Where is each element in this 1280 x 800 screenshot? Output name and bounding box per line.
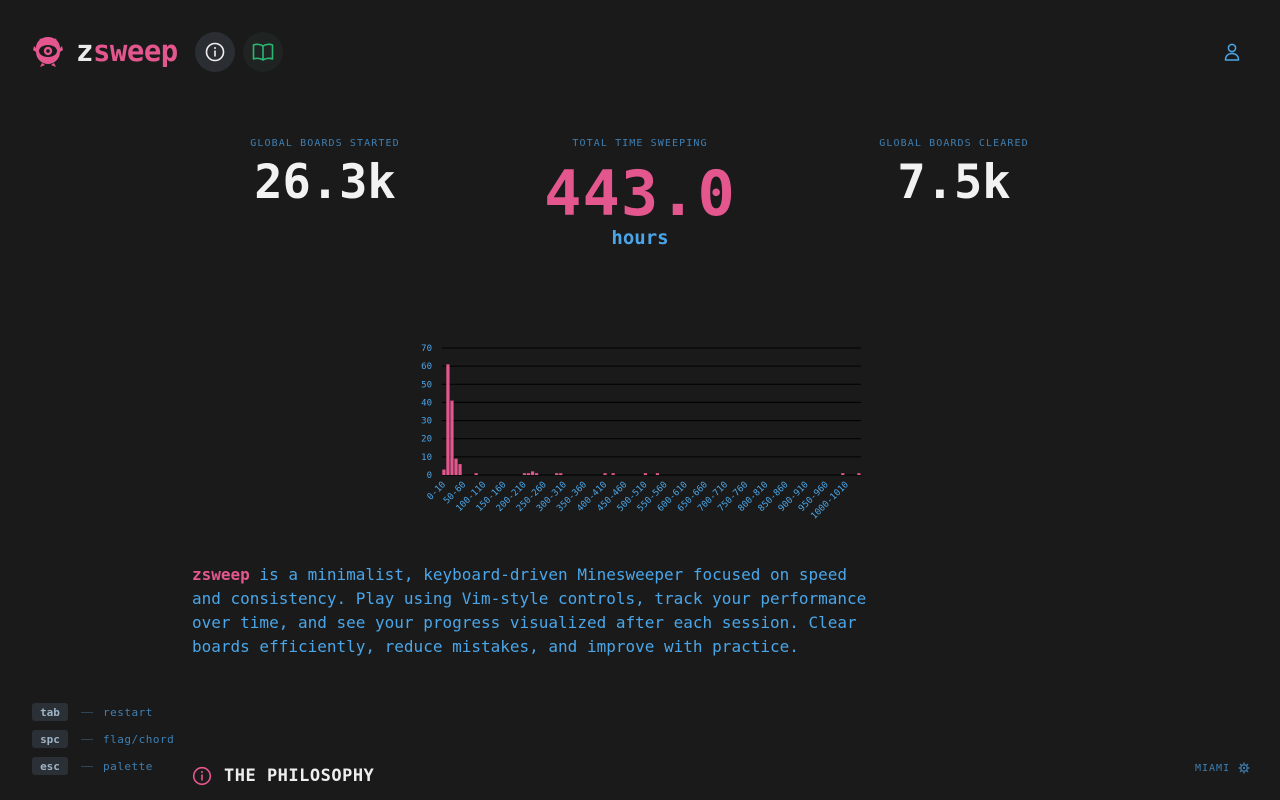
chart-y-tick-label: 70 (421, 344, 432, 354)
chart-bar (603, 473, 607, 475)
chart-bar (857, 473, 861, 475)
philosophy-title: THE PHILOSOPHY (224, 766, 375, 786)
philosophy-heading[interactable]: THE PHILOSOPHY (192, 766, 374, 786)
chart-y-tick-label: 10 (421, 453, 432, 463)
chart-y-tick-label: 40 (421, 398, 432, 408)
page: zsweep GLOBAL BOARDS STARTED 26.3k TOTAL… (0, 0, 1280, 800)
shortcut-label: palette (103, 759, 153, 773)
book-button[interactable] (243, 32, 283, 72)
user-button[interactable] (1220, 40, 1244, 64)
chart-bar (454, 458, 458, 475)
chart-bar (611, 473, 615, 475)
gear-icon (1238, 762, 1250, 774)
chart-bar (655, 473, 660, 475)
chart-y-tick-label: 50 (421, 380, 432, 390)
shortcut-label: restart (103, 705, 153, 719)
brand-wordmark: zsweep (76, 33, 178, 68)
shortcut-key[interactable]: spc (32, 730, 68, 748)
brand-sweep: sweep (92, 33, 178, 68)
brand-z: z (76, 33, 93, 68)
shortcut-divider (81, 765, 93, 767)
logo[interactable]: zsweep (32, 34, 178, 68)
time-histogram-chart: 0102030405060700-1050-60100-110150-16020… (421, 344, 861, 522)
stat-unit: hours (611, 227, 669, 249)
chart-bar (559, 473, 563, 475)
shortcut-key[interactable]: tab (32, 703, 68, 721)
chart-bar (555, 473, 559, 475)
location-label: MIAMI (1195, 762, 1231, 774)
shortcut-row: tab restart (32, 703, 174, 721)
stat-value: 26.3k (254, 155, 396, 210)
user-icon (1224, 43, 1240, 61)
location-indicator[interactable]: MIAMI (1195, 762, 1250, 774)
shortcut-key[interactable]: esc (32, 757, 68, 775)
chart-bar (450, 400, 454, 475)
info-button[interactable] (195, 32, 235, 72)
chart-bar (526, 473, 531, 475)
description-text: is a minimalist, keyboard-driven Mineswe… (192, 565, 867, 656)
chart-bar (530, 471, 535, 475)
shortcut-label: flag/chord (103, 732, 175, 746)
stat-label: GLOBAL BOARDS STARTED (250, 138, 400, 149)
stat-boards-started: GLOBAL BOARDS STARTED 26.3k (225, 138, 425, 206)
stat-label: TOTAL TIME SWEEPING (572, 138, 708, 149)
book-icon (252, 43, 274, 61)
stat-total-time: TOTAL TIME SWEEPING 443.0 hours (540, 138, 740, 249)
chart-bar (643, 473, 647, 475)
shortcut-list: tab restart spc flag/chord esc palette (32, 703, 174, 784)
shortcut-divider (81, 711, 93, 713)
chart-bar (458, 464, 462, 475)
stat-value: 443.0 (544, 157, 736, 230)
stat-boards-cleared: GLOBAL BOARDS CLEARED 7.5k (854, 138, 1054, 206)
shortcut-row: esc palette (32, 757, 174, 775)
chart-y-tick-label: 0 (427, 471, 432, 481)
stat-label: GLOBAL BOARDS CLEARED (879, 138, 1029, 149)
description-brand: zsweep (192, 565, 250, 584)
chart-y-tick-label: 60 (421, 362, 432, 372)
info-icon (192, 766, 212, 786)
chart-bar (474, 473, 478, 475)
chart-y-tick-label: 30 (421, 417, 432, 427)
description: zsweep is a minimalist, keyboard-driven … (192, 563, 882, 659)
chart-bar (446, 364, 450, 475)
info-icon (205, 42, 225, 62)
shortcut-row: spc flag/chord (32, 730, 174, 748)
mascot-eye-icon (33, 37, 63, 67)
chart-bar (534, 473, 539, 475)
chart-bar (442, 469, 446, 475)
chart-bar (841, 473, 845, 475)
chart-bar (522, 473, 527, 475)
chart-y-tick-label: 20 (421, 435, 432, 445)
stat-value: 7.5k (897, 155, 1011, 210)
shortcut-divider (81, 738, 93, 740)
